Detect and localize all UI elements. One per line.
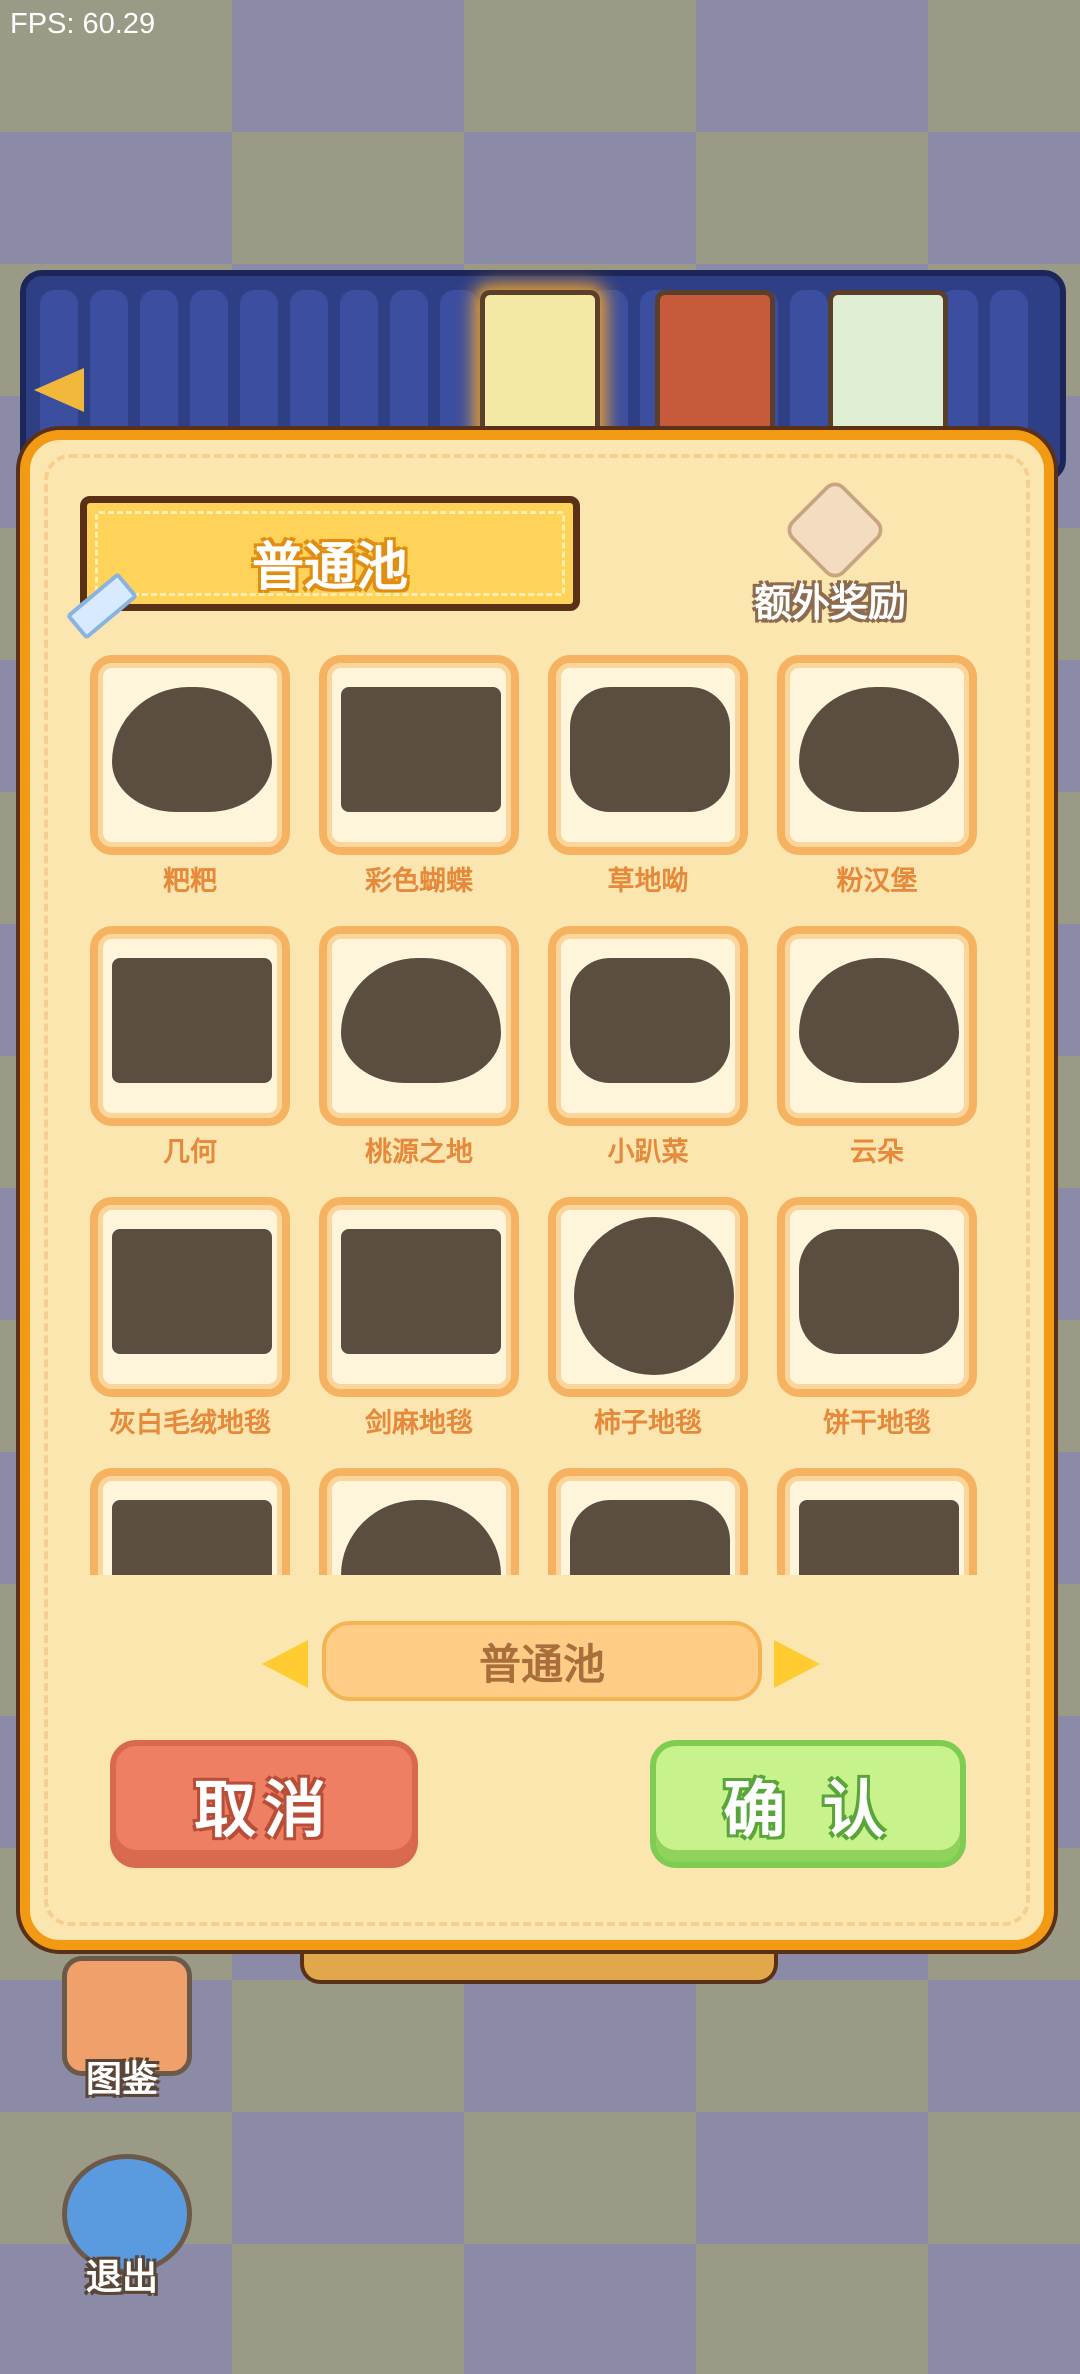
item-silhouette-icon (799, 1500, 959, 1575)
item-card[interactable] (90, 1468, 290, 1575)
exit-button[interactable]: 退出 (52, 2150, 192, 2300)
pool-next-button[interactable] (774, 1640, 820, 1688)
exit-label: 退出 (85, 2257, 158, 2298)
item-label: 云朵 (850, 1137, 904, 1168)
item-silhouette-icon (799, 1229, 959, 1354)
item-card[interactable]: 粉汉堡 (777, 655, 977, 926)
item-label: 饼干地毯 (823, 1408, 931, 1439)
page-title: 普通池 (251, 538, 408, 598)
fps-counter: FPS: 60.29 (10, 8, 156, 40)
bonus-reward-button[interactable]: 额外奖励 (735, 476, 925, 630)
item-silhouette-icon (112, 1229, 272, 1354)
background-left-arrow-icon (34, 368, 84, 412)
item-frame (548, 926, 748, 1126)
item-card[interactable] (548, 1468, 748, 1575)
item-frame (319, 1468, 519, 1575)
item-frame (90, 926, 290, 1126)
item-silhouette-icon (341, 687, 501, 812)
item-frame (548, 1197, 748, 1397)
item-card[interactable]: 草地呦 (548, 655, 748, 926)
item-card[interactable]: 彩色蝴蝶 (319, 655, 519, 926)
item-label: 灰白毛绒地毯 (109, 1408, 271, 1439)
item-label: 几何 (163, 1137, 217, 1168)
item-frame (319, 1197, 519, 1397)
item-card[interactable]: 灰白毛绒地毯 (90, 1197, 290, 1468)
item-frame (777, 655, 977, 855)
shelf-box-green (828, 290, 948, 450)
item-card[interactable] (319, 1468, 519, 1575)
item-silhouette-icon (112, 958, 272, 1083)
confirm-button[interactable]: 确 认 (650, 1740, 966, 1868)
item-frame (548, 1468, 748, 1575)
item-frame (319, 655, 519, 855)
item-silhouette-icon (799, 687, 959, 812)
item-silhouette-icon (570, 958, 730, 1083)
item-grid[interactable]: 粑粑 彩色蝴蝶 草地呦 粉汉堡几何 桃源之地 小趴菜 云朵灰白毛绒地毯 剑麻地毯 柿子地毯 饼干地… (90, 655, 990, 1575)
item-silhouette-icon (341, 958, 501, 1083)
cancel-button[interactable]: 取消 (110, 1740, 418, 1868)
item-card[interactable]: 柿子地毯 (548, 1197, 748, 1468)
item-label: 彩色蝴蝶 (365, 866, 473, 897)
item-silhouette-icon (570, 687, 730, 812)
item-frame (777, 1468, 977, 1575)
item-frame (90, 1197, 290, 1397)
item-frame (777, 1197, 977, 1397)
item-label: 草地呦 (607, 866, 689, 897)
pool-prev-button[interactable] (262, 1640, 308, 1688)
item-silhouette-icon (112, 687, 272, 812)
item-label: 粉汉堡 (836, 866, 918, 897)
item-label: 小趴菜 (607, 1137, 689, 1168)
item-silhouette-icon (341, 1229, 501, 1354)
catalog-button[interactable]: 图鉴 (52, 1952, 192, 2102)
item-silhouette-icon (112, 1500, 272, 1575)
pool-name: 普通池 (322, 1621, 762, 1701)
item-card[interactable]: 云朵 (777, 926, 977, 1197)
item-silhouette-icon (341, 1500, 501, 1575)
item-card[interactable]: 剑麻地毯 (319, 1197, 519, 1468)
catalog-label: 图鉴 (85, 2059, 158, 2100)
item-silhouette-icon (799, 958, 959, 1083)
item-card[interactable]: 桃源之地 (319, 926, 519, 1197)
item-frame (777, 926, 977, 1126)
item-card[interactable]: 小趴菜 (548, 926, 748, 1197)
bonus-reward-label: 额外奖励 (753, 581, 906, 625)
item-label: 柿子地毯 (594, 1408, 702, 1439)
shelf-box-yellow (480, 290, 600, 450)
item-frame (90, 655, 290, 855)
item-silhouette-icon (570, 1500, 730, 1575)
gift-icon (781, 476, 889, 584)
item-card[interactable]: 几何 (90, 926, 290, 1197)
item-card[interactable] (777, 1468, 977, 1575)
shelf-box-red (655, 290, 775, 450)
item-card[interactable]: 饼干地毯 (777, 1197, 977, 1468)
item-card[interactable]: 粑粑 (90, 655, 290, 926)
title-banner: 普通池 (80, 496, 580, 611)
item-label: 桃源之地 (365, 1137, 473, 1168)
item-frame (90, 1468, 290, 1575)
item-label: 剑麻地毯 (365, 1408, 473, 1439)
item-frame (319, 926, 519, 1126)
item-label: 粑粑 (163, 866, 217, 897)
item-silhouette-icon (574, 1217, 734, 1375)
item-frame (548, 655, 748, 855)
